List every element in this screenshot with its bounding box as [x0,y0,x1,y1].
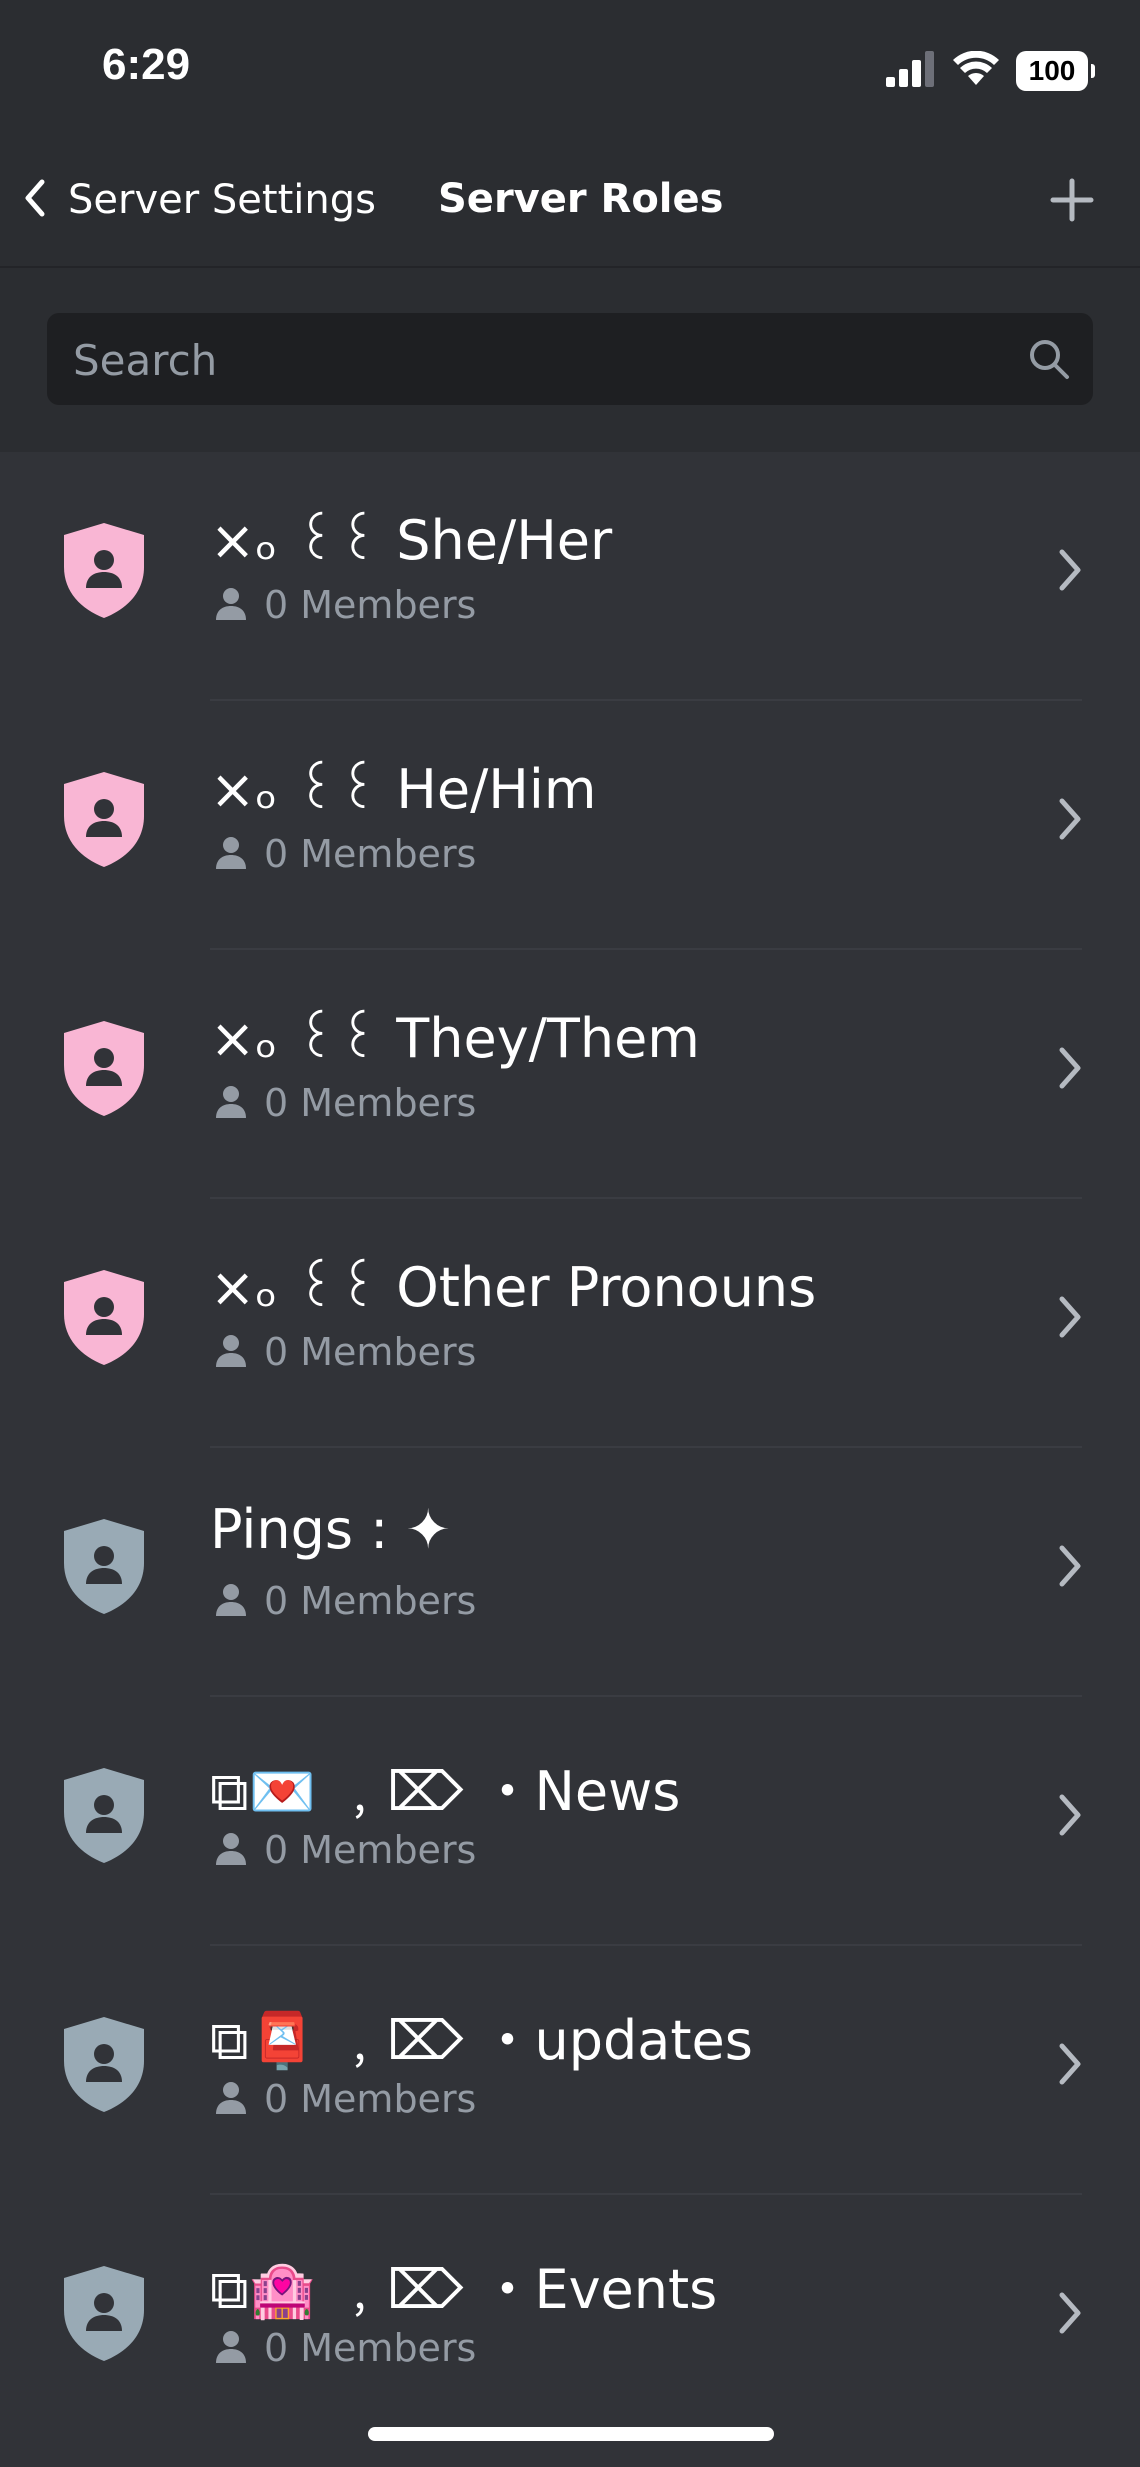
person-icon [214,2329,248,2367]
chevron-right-icon [1052,793,1088,845]
home-indicator[interactable] [368,2427,774,2441]
status-bar: 6:29 100 [0,0,1140,140]
role-row-updates[interactable]: ⧉📮 ﹐⌦ ・updates 0 Members [0,1946,1140,2195]
role-members: 0 Members [214,580,476,630]
role-row-he-him[interactable]: ×ₒ ꒰꒰ He/Him 0 Members [0,701,1140,950]
status-time: 6:29 [102,40,191,89]
members-count: 0 Members [264,2077,477,2121]
role-name: ⧉📮 ﹐⌦ ・updates [210,2009,753,2072]
role-members: 0 Members [214,1078,476,1128]
search-box [47,313,1093,407]
role-row-she-her[interactable]: ×ₒ ꒰꒰ She/Her 0 Members [0,452,1140,701]
members-count: 0 Members [264,1330,477,1374]
role-name: ×ₒ ꒰꒰ She/Her [210,509,613,572]
search-icon[interactable] [1027,337,1071,381]
battery-icon: 100 [1016,51,1095,91]
back-label: Server Settings [68,177,376,223]
chevron-right-icon [1052,1291,1088,1343]
cellular-signal-icon [886,51,936,91]
role-shield-icon [60,1516,148,1616]
role-name: ×ₒ ꒰꒰ He/Him [210,758,597,821]
members-count: 0 Members [264,832,477,876]
person-icon [214,2080,248,2118]
person-icon [214,1582,248,1620]
members-count: 0 Members [264,1579,477,1623]
role-name: ⧉💌 ﹐⌦ ・News [210,1760,681,1823]
status-icons: 100 [886,46,1095,96]
chevron-right-icon [1052,1042,1088,1094]
chevron-right-icon [1052,544,1088,596]
plus-icon [1050,178,1094,226]
nav-bar: Server Settings Server Roles [0,140,1140,268]
person-icon [214,1831,248,1869]
chevron-right-icon [1052,2038,1088,2090]
role-members: 0 Members [214,829,476,879]
role-shield-icon [60,520,148,620]
role-row-events[interactable]: ⧉🏩 ﹐⌦ ・Events 0 Members [0,2195,1140,2444]
chevron-right-icon [1052,1789,1088,1841]
person-icon [214,1084,248,1122]
members-count: 0 Members [264,583,477,627]
page-title: Server Roles [438,176,724,222]
search-input[interactable] [71,313,1015,407]
chevron-left-icon [20,176,50,224]
role-name: Pings : ✦ [210,1498,451,1561]
role-members: 0 Members [214,1327,476,1377]
role-shield-icon [60,1267,148,1367]
wifi-icon [952,50,1000,91]
chevron-right-icon [1052,1540,1088,1592]
role-shield-icon [60,769,148,869]
role-members: 0 Members [214,2323,476,2373]
members-count: 0 Members [264,2326,477,2370]
back-button[interactable]: Server Settings [20,170,376,230]
add-role-button[interactable] [1042,172,1102,232]
role-members: 0 Members [214,2074,476,2124]
role-members: 0 Members [214,1825,476,1875]
person-icon [214,835,248,873]
role-shield-icon [60,2263,148,2363]
role-row-they-them[interactable]: ×ₒ ꒰꒰ They/Them 0 Members [0,950,1140,1199]
role-members: 0 Members [214,1576,476,1626]
person-icon [214,586,248,624]
role-shield-icon [60,1765,148,1865]
role-name: ×ₒ ꒰꒰ They/Them [210,1007,700,1070]
chevron-right-icon [1052,2287,1088,2339]
role-row-pings[interactable]: Pings : ✦ 0 Members [0,1448,1140,1697]
role-name: ×ₒ ꒰꒰ Other Pronouns [210,1256,817,1319]
members-count: 0 Members [264,1081,477,1125]
person-icon [214,1333,248,1371]
role-row-other-pronouns[interactable]: ×ₒ ꒰꒰ Other Pronouns 0 Members [0,1199,1140,1448]
role-shield-icon [60,1018,148,1118]
role-row-news[interactable]: ⧉💌 ﹐⌦ ・News 0 Members [0,1697,1140,1946]
members-count: 0 Members [264,1828,477,1872]
role-shield-icon [60,2014,148,2114]
role-name: ⧉🏩 ﹐⌦ ・Events [210,2258,718,2321]
search-area [0,268,1140,452]
roles-list: ×ₒ ꒰꒰ She/Her 0 Members ×ₒ ꒰꒰ He/Him 0 M… [0,452,1140,2444]
